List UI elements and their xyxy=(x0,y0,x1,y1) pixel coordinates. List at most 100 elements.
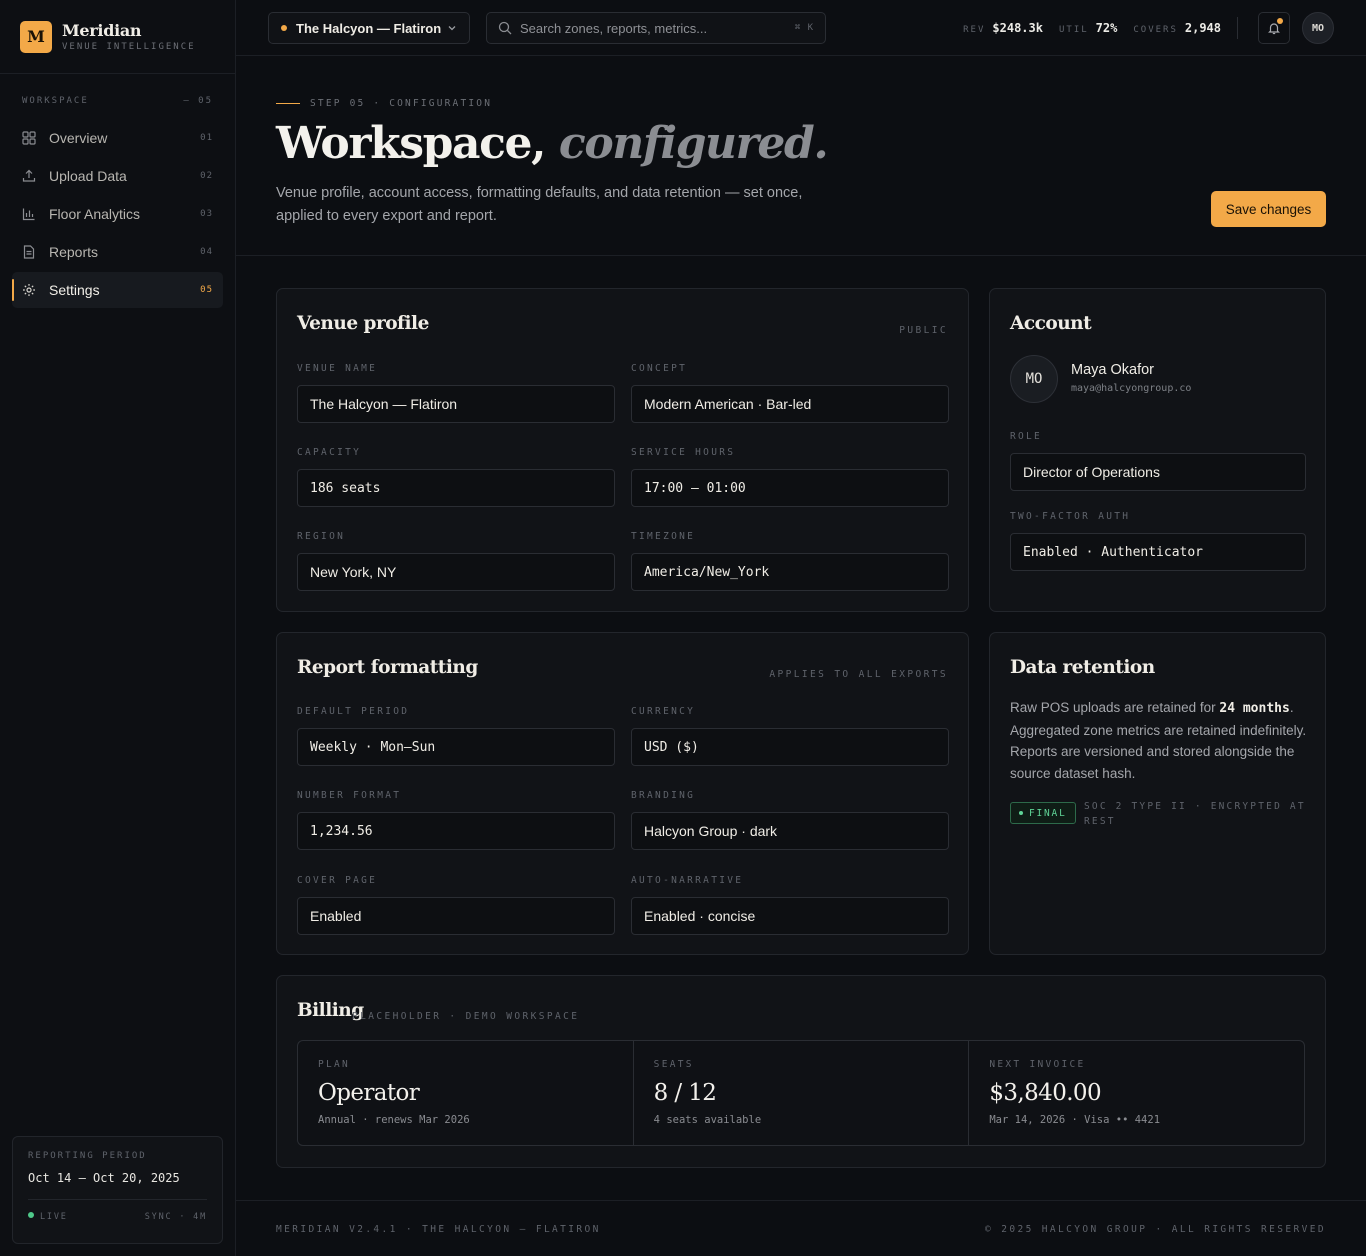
search-bar[interactable]: ⌘ K xyxy=(486,12,826,44)
account-avatar: MO xyxy=(1010,355,1058,403)
field-label: CAPACITY xyxy=(297,447,362,458)
cover-page-field: COVER PAGE Enabled xyxy=(297,875,615,935)
service-hours-input[interactable]: 17:00 – 01:00 xyxy=(631,469,949,507)
metric-label: UTIL xyxy=(1058,25,1089,35)
account-email: maya@halcyongroup.co xyxy=(1071,383,1192,394)
capacity-input[interactable]: 186 seats xyxy=(297,469,615,507)
sidebar: M Meridian VENUE INTELLIGENCE WORKSPACE … xyxy=(0,0,236,1256)
billing-label: SEATS xyxy=(653,1059,694,1070)
account-card: Account MO Maya Okafor maya@halcyongroup… xyxy=(989,288,1326,612)
document-icon xyxy=(22,244,38,260)
billing-value: Operator xyxy=(318,1080,420,1106)
role-input[interactable]: Director of Operations xyxy=(1010,453,1306,491)
sidebar-item-number: 01 xyxy=(200,133,213,143)
branding-input[interactable]: Halcyon Group · dark xyxy=(631,812,949,850)
billing-label: PLAN xyxy=(318,1059,351,1070)
billing-subtext: 4 seats available xyxy=(653,1114,762,1126)
sidebar-item-number: 05 xyxy=(200,285,213,295)
reporting-period-card[interactable]: REPORTING PERIOD Oct 14 – Oct 20, 2025 L… xyxy=(12,1136,223,1244)
field-label: CURRENCY xyxy=(631,706,696,717)
venue-selector[interactable]: The Halcyon — Flatiron xyxy=(268,12,470,44)
metric-revenue: REV $248.3k xyxy=(963,21,1043,35)
default-period-input[interactable]: Weekly · Mon–Sun xyxy=(297,728,615,766)
region-field: REGION New York, NY xyxy=(297,531,615,591)
currency-input[interactable]: USD ($) xyxy=(631,728,949,766)
number-format-field: NUMBER FORMAT 1,234.56 xyxy=(297,790,615,850)
save-changes-button[interactable]: Save changes xyxy=(1211,191,1326,227)
workspace-count: — 05 xyxy=(183,96,213,106)
timezone-input[interactable]: America/New_York xyxy=(631,553,949,591)
chevron-down-icon xyxy=(447,23,457,33)
page-title: Workspace, configured. xyxy=(276,118,829,169)
sidebar-item-floor-analytics[interactable]: Floor Analytics 03 xyxy=(12,196,223,232)
live-status-label: LIVE xyxy=(40,1212,68,1222)
brand-logo: M xyxy=(20,20,52,53)
two-factor-input[interactable]: Enabled · Authenticator xyxy=(1010,533,1306,571)
retention-description: Raw POS uploads are retained for 24 mont… xyxy=(1010,697,1310,784)
retention-months: 24 months xyxy=(1219,701,1290,716)
card-tag: PLACEHOLDER · DEMO WORKSPACE xyxy=(352,1011,580,1022)
workspace-section-header: WORKSPACE — 05 xyxy=(0,96,235,106)
data-retention-card: Data retention Raw POS uploads are retai… xyxy=(989,632,1326,955)
billing-value: 8 / 12 xyxy=(653,1080,717,1106)
billing-plan: PLAN Operator Annual · renews Mar 2026 xyxy=(298,1041,634,1145)
two-factor-field: TWO-FACTOR AUTH Enabled · Authenticator xyxy=(1010,511,1306,571)
auto-narrative-input[interactable]: Enabled · concise xyxy=(631,897,949,935)
service-hours-field: SERVICE HOURS 17:00 – 01:00 xyxy=(631,447,949,507)
role-field: ROLE Director of Operations xyxy=(1010,431,1306,491)
report-formatting-card: Report formatting APPLIES TO ALL EXPORTS… xyxy=(276,632,969,955)
sidebar-item-label: Reports xyxy=(49,244,99,260)
page-description: Venue profile, account access, formattin… xyxy=(276,185,803,224)
venue-profile-card: Venue profile PUBLIC VENUE NAME The Halc… xyxy=(276,288,969,612)
sidebar-item-settings[interactable]: Settings 05 xyxy=(12,272,223,308)
field-label: NUMBER FORMAT xyxy=(297,790,402,801)
billing-label: NEXT INVOICE xyxy=(989,1059,1086,1070)
brand-name: Meridian xyxy=(62,21,142,40)
brand[interactable]: M Meridian VENUE INTELLIGENCE xyxy=(0,0,235,74)
branding-field: BRANDING Halcyon Group · dark xyxy=(631,790,949,850)
live-status: LIVE xyxy=(28,1212,68,1222)
number-format-input[interactable]: 1,234.56 xyxy=(297,812,615,850)
cover-page-input[interactable]: Enabled xyxy=(297,897,615,935)
notifications-button[interactable] xyxy=(1258,12,1290,44)
region-input[interactable]: New York, NY xyxy=(297,553,615,591)
card-title: Report formatting xyxy=(297,657,478,678)
field-label: COVER PAGE xyxy=(297,875,378,886)
concept-input[interactable]: Modern American · Bar-led xyxy=(631,385,949,423)
status-dot-icon xyxy=(1019,811,1023,815)
billing-card: Billing PLACEHOLDER · DEMO WORKSPACE PLA… xyxy=(276,975,1326,1168)
field-label: AUTO-NARRATIVE xyxy=(631,875,744,886)
sidebar-item-label: Overview xyxy=(49,130,108,146)
sidebar-nav: Overview 01 Upload Data 02 Floor Analyti… xyxy=(0,120,235,308)
user-avatar[interactable]: MO xyxy=(1302,12,1334,44)
step-indicator: STEP 05 · CONFIGURATION xyxy=(276,98,492,109)
gear-icon xyxy=(22,282,38,298)
card-title: Data retention xyxy=(1010,657,1155,678)
metric-covers: COVERS 2,948 xyxy=(1133,21,1221,35)
compliance-note: SOC 2 TYPE II · ENCRYPTED AT REST xyxy=(1084,801,1306,827)
card-tag: PUBLIC xyxy=(899,325,948,336)
sidebar-item-overview[interactable]: Overview 01 xyxy=(12,120,223,156)
account-name: Maya Okafor xyxy=(1071,362,1154,378)
footer-version: MERIDIAN V2.4.1 · THE HALCYON — FLATIRON xyxy=(276,1224,601,1235)
billing-summary: PLAN Operator Annual · renews Mar 2026 S… xyxy=(297,1040,1305,1146)
field-label: TIMEZONE xyxy=(631,531,696,542)
metric-value: 2,948 xyxy=(1184,21,1221,35)
sidebar-item-reports[interactable]: Reports 04 xyxy=(12,234,223,270)
topbar: The Halcyon — Flatiron ⌘ K REV $248.3k U… xyxy=(236,0,1366,56)
reporting-period-value: Oct 14 – Oct 20, 2025 xyxy=(28,1171,180,1185)
card-tag: APPLIES TO ALL EXPORTS xyxy=(769,669,948,680)
search-input[interactable] xyxy=(520,20,795,36)
upload-icon xyxy=(22,168,38,184)
search-icon xyxy=(498,21,512,35)
sidebar-item-label: Settings xyxy=(49,282,100,298)
page-title-emphasis: configured. xyxy=(558,118,829,169)
venue-selector-label: The Halcyon — Flatiron xyxy=(296,20,442,36)
header-metrics: REV $248.3k UTIL 72% COVERS 2,948 xyxy=(963,0,1221,56)
sidebar-item-upload-data[interactable]: Upload Data 02 xyxy=(12,158,223,194)
venue-name-input[interactable]: The Halcyon — Flatiron xyxy=(297,385,615,423)
field-label: ROLE xyxy=(1010,431,1043,442)
notification-dot xyxy=(1277,18,1283,24)
live-dot-icon xyxy=(28,1212,34,1218)
field-label: CONCEPT xyxy=(631,363,688,374)
